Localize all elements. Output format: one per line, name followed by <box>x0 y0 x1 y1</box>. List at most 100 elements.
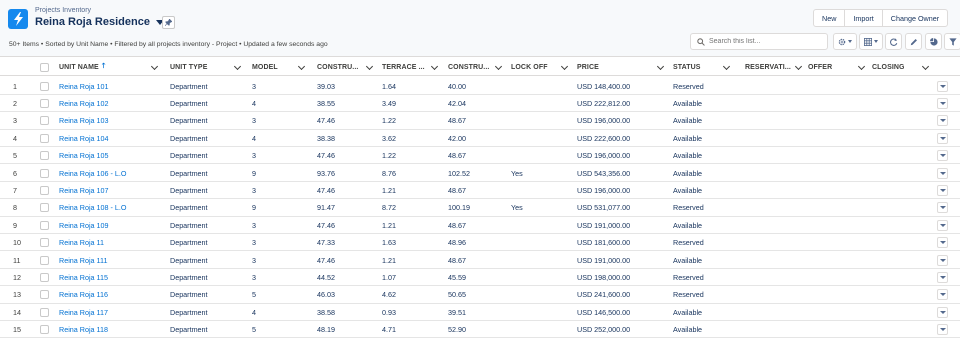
status-cell: Reserved <box>673 272 704 282</box>
row-actions-button[interactable] <box>937 97 948 109</box>
change-owner-button[interactable]: Change Owner <box>883 10 947 26</box>
unit-name-link[interactable]: Reina Roja 11 <box>59 234 104 251</box>
list-settings-button[interactable] <box>833 33 857 50</box>
charts-button[interactable] <box>925 33 942 50</box>
column-header-unit-type[interactable]: UNIT TYPE <box>170 59 245 76</box>
row-actions-button[interactable] <box>937 167 948 179</box>
row-checkbox[interactable] <box>40 217 49 234</box>
caret-down-icon <box>939 223 946 227</box>
construction-2-cell: 39.51 <box>448 307 466 317</box>
row-actions-button[interactable] <box>937 289 948 301</box>
row-checkbox[interactable] <box>40 130 49 147</box>
row-checkbox[interactable] <box>40 182 49 199</box>
row-actions-button[interactable] <box>937 150 948 162</box>
row-actions-button[interactable] <box>937 132 948 144</box>
unit-name-link[interactable]: Reina Roja 102 <box>59 95 109 112</box>
row-checkbox[interactable] <box>40 321 49 338</box>
unit-name-link[interactable]: Reina Roja 107 <box>59 182 109 199</box>
row-actions-button[interactable] <box>937 184 948 196</box>
row-checkbox[interactable] <box>40 147 49 164</box>
row-checkbox[interactable] <box>40 165 49 182</box>
new-button[interactable]: New <box>814 10 846 26</box>
row-actions-button[interactable] <box>937 324 948 336</box>
column-header-price[interactable]: PRICE <box>577 59 667 76</box>
chevron-down-icon <box>656 62 665 71</box>
unit-name-link[interactable]: Reina Roja 109 <box>59 217 109 234</box>
price-cell: USD 146,500.00 <box>577 307 631 317</box>
row-checkbox[interactable] <box>40 78 49 95</box>
table-row: 2 Reina Roja 102 Department 4 38.55 3.49… <box>0 95 960 113</box>
caret-down-icon <box>939 119 946 123</box>
pin-button[interactable] <box>162 16 175 29</box>
column-header-lock-off[interactable]: LOCK OFF <box>511 59 570 76</box>
table-row: 14 Reina Roja 117 Department 4 38.58 0.9… <box>0 304 960 322</box>
row-actions-button[interactable] <box>937 202 948 214</box>
terrace-cell: 1.22 <box>382 116 396 126</box>
terrace-cell: 3.62 <box>382 133 396 143</box>
column-header-terrace[interactable]: TERRACE ... <box>382 59 441 76</box>
row-checkbox[interactable] <box>40 112 49 129</box>
status-cell: Available <box>673 185 703 195</box>
column-header-status[interactable]: STATUS <box>673 59 732 76</box>
row-actions-button[interactable] <box>937 115 948 127</box>
list-view-selector[interactable]: Reina Roja Residence <box>35 16 164 28</box>
row-checkbox[interactable] <box>40 269 49 286</box>
price-cell: USD 531,077.00 <box>577 203 631 213</box>
refresh-button[interactable] <box>885 33 902 50</box>
table-header: UNIT NAME 🡑 UNIT TYPE MODEL CONSTRU... TE… <box>0 59 960 76</box>
lightning-icon <box>8 9 28 29</box>
caret-down-icon <box>939 136 946 140</box>
row-checkbox[interactable] <box>40 252 49 269</box>
unit-name-link[interactable]: Reina Roja 117 <box>59 304 108 321</box>
column-header-unit-name[interactable]: UNIT NAME 🡑 <box>59 59 164 76</box>
column-header-offer[interactable]: OFFER <box>808 59 866 76</box>
unit-name-link[interactable]: Reina Roja 108 - L.O <box>59 199 127 216</box>
row-checkbox[interactable] <box>40 234 49 251</box>
unit-name-link[interactable]: Reina Roja 106 - L.O <box>59 165 127 182</box>
edit-button[interactable] <box>905 33 922 50</box>
unit-name-link[interactable]: Reina Roja 111 <box>59 252 107 269</box>
gear-icon <box>838 38 846 45</box>
row-checkbox[interactable] <box>40 286 49 303</box>
column-header-construction-1[interactable]: CONSTRU... <box>317 59 376 76</box>
caret-down-icon <box>939 293 946 297</box>
construction-2-cell: 102.52 <box>448 168 470 178</box>
unit-name-link[interactable]: Reina Roja 103 <box>59 112 109 129</box>
row-checkbox[interactable] <box>40 199 49 216</box>
chevron-down-icon <box>857 62 866 71</box>
unit-name-link[interactable]: Reina Roja 101 <box>59 78 109 95</box>
search-input[interactable] <box>709 38 819 45</box>
row-number: 2 <box>13 98 17 108</box>
status-cell: Available <box>673 255 703 265</box>
row-checkbox[interactable] <box>40 304 49 321</box>
model-cell: 3 <box>252 255 256 265</box>
column-header-construction-2[interactable]: CONSTRU... <box>448 59 504 76</box>
select-all-checkbox[interactable] <box>40 59 49 76</box>
row-number: 12 <box>13 272 21 282</box>
filter-button[interactable] <box>944 33 960 50</box>
chevron-down-icon <box>365 62 374 71</box>
construction-1-cell: 47.46 <box>317 255 335 265</box>
import-button[interactable]: Import <box>845 10 883 26</box>
search-box[interactable] <box>690 33 828 50</box>
unit-name-link[interactable]: Reina Roja 116 <box>59 286 108 303</box>
row-checkbox[interactable] <box>40 95 49 112</box>
unit-type-cell: Department <box>170 203 208 213</box>
column-header-model[interactable]: MODEL <box>252 59 310 76</box>
row-actions-button[interactable] <box>937 271 948 283</box>
row-actions-button[interactable] <box>937 306 948 318</box>
row-actions-button[interactable] <box>937 237 948 249</box>
column-header-reservation[interactable]: RESERVATI... <box>745 59 803 76</box>
row-actions-button[interactable] <box>937 80 948 92</box>
unit-name-link[interactable]: Reina Roja 104 <box>59 130 109 147</box>
row-actions-button[interactable] <box>937 219 948 231</box>
row-number: 4 <box>13 133 17 143</box>
display-as-button[interactable] <box>859 33 883 50</box>
unit-name-link[interactable]: Reina Roja 105 <box>59 147 109 164</box>
row-actions-button[interactable] <box>937 254 948 266</box>
terrace-cell: 1.21 <box>382 255 396 265</box>
unit-name-link[interactable]: Reina Roja 115 <box>59 269 108 286</box>
column-header-closing[interactable]: CLOSING <box>872 59 930 76</box>
construction-2-cell: 48.67 <box>448 255 466 265</box>
unit-name-link[interactable]: Reina Roja 118 <box>59 321 108 338</box>
